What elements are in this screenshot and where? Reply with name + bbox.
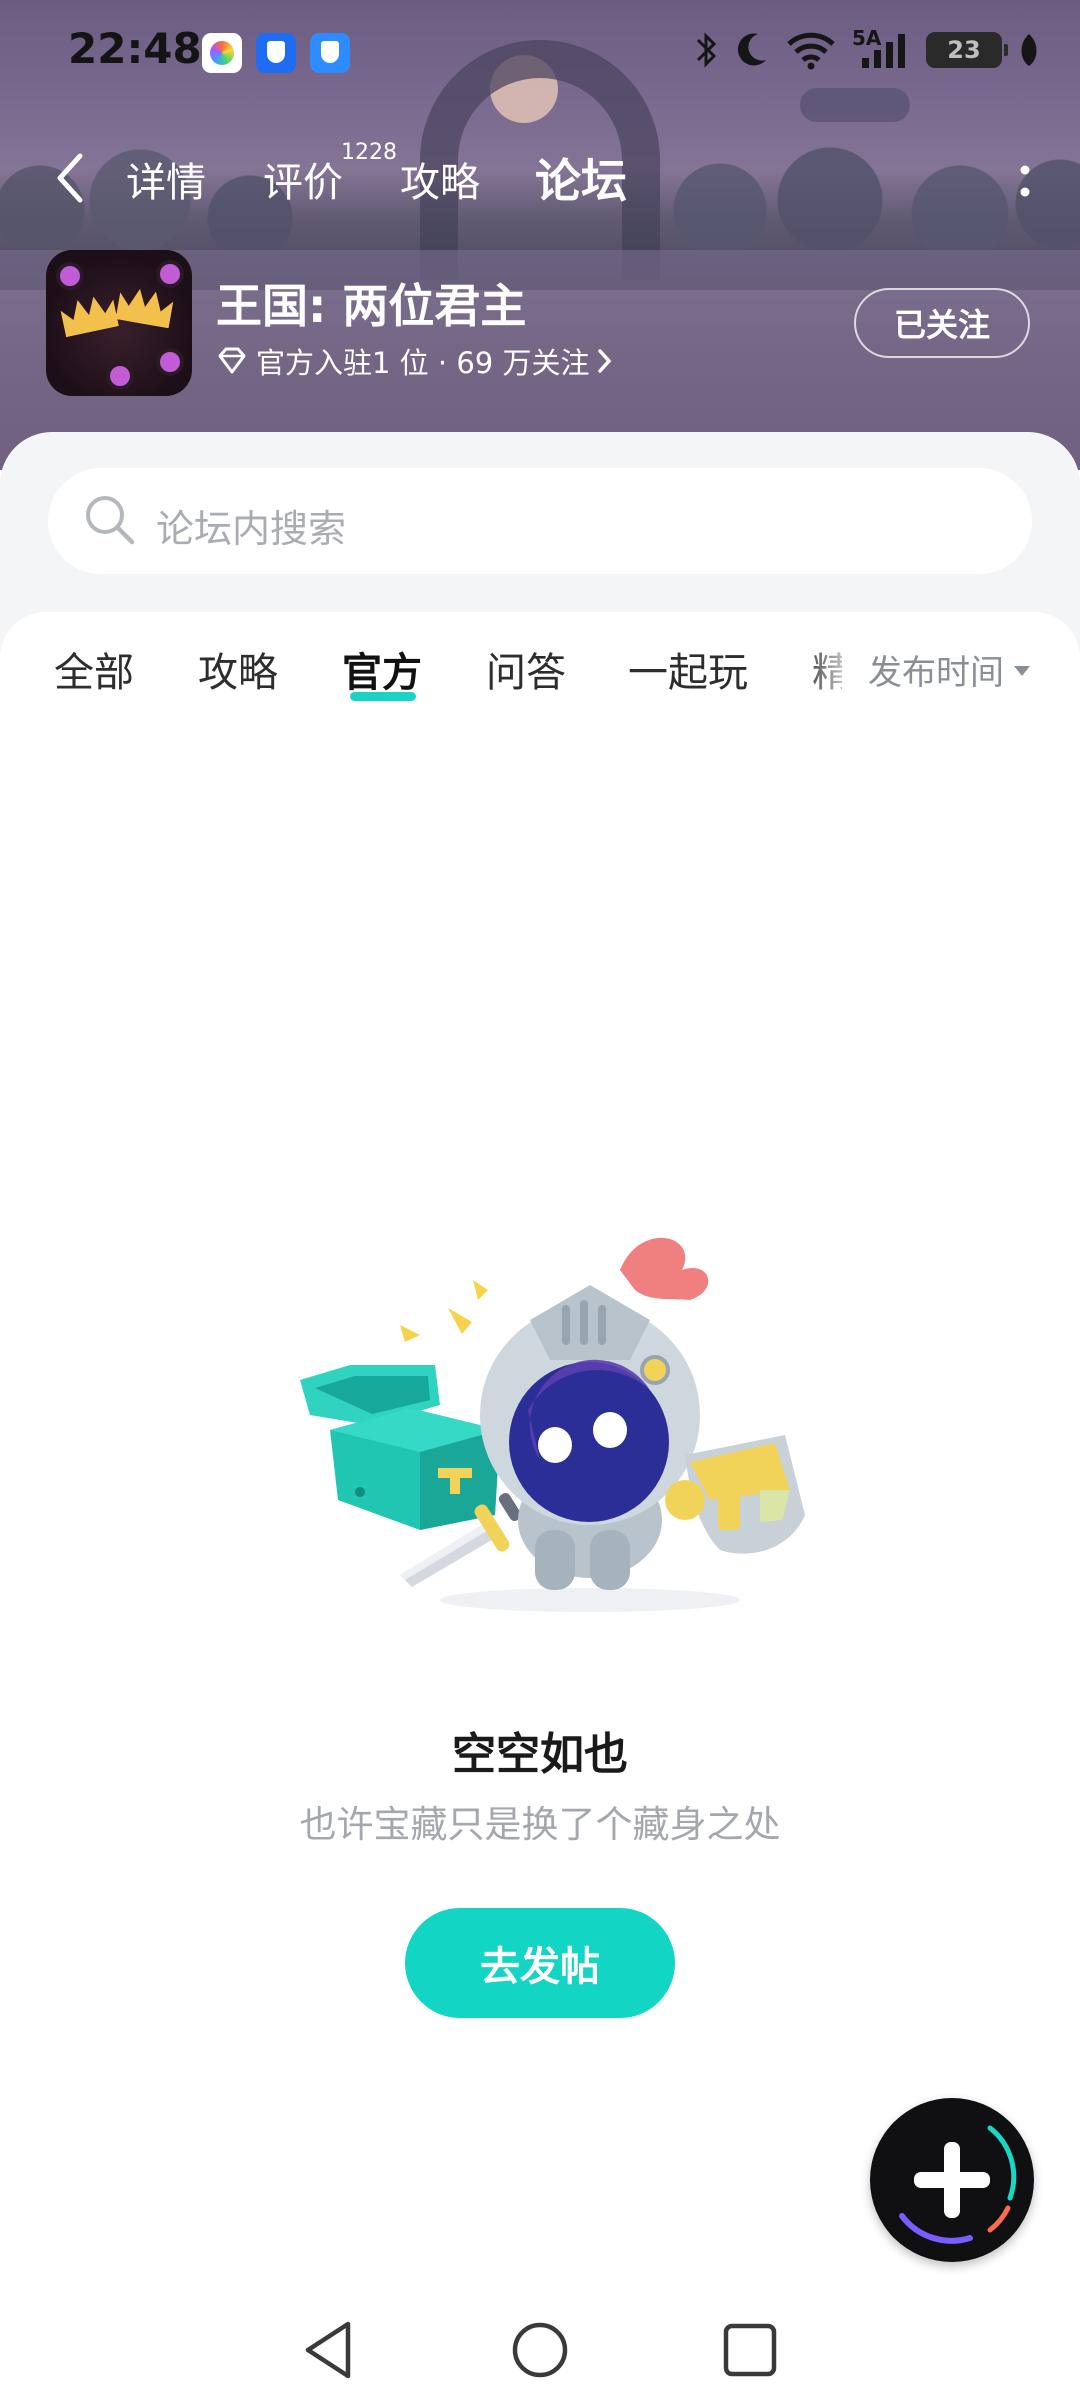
status-time: 22:48 xyxy=(68,24,202,73)
empty-state-title: 空空如也 xyxy=(452,1729,628,1780)
tab-forum-label: 论坛 xyxy=(535,154,627,208)
filter-tab-guides[interactable]: 攻略 xyxy=(198,640,278,698)
system-nav-bar xyxy=(0,2300,1080,2403)
tab-forum[interactable]: 论坛 xyxy=(535,145,627,211)
vpn-app-icon xyxy=(310,33,350,73)
chevron-right-icon xyxy=(598,349,612,373)
wifi-icon xyxy=(787,32,835,70)
caret-down-icon xyxy=(1014,666,1030,676)
game-meta[interactable]: 官方入驻1 位 · 69 万关注 xyxy=(216,340,613,382)
active-filter-indicator xyxy=(350,692,416,701)
icon-crown xyxy=(59,293,119,337)
icon-gem xyxy=(106,362,134,390)
review-count-badge: 1228 xyxy=(341,140,397,165)
bluetooth-icon xyxy=(696,32,717,68)
filter-tab-official[interactable]: 官方 xyxy=(342,640,422,698)
sort-dropdown[interactable]: 发布时间 xyxy=(852,634,1030,704)
leaf-icon xyxy=(1021,34,1037,66)
security-app-icon xyxy=(256,33,296,73)
search-icon xyxy=(86,496,135,545)
cellular-signal: 5A xyxy=(852,26,910,70)
nav-recent-icon[interactable] xyxy=(722,2318,778,2382)
icon-gem xyxy=(156,260,184,288)
battery-indicator: 23 xyxy=(926,32,1008,68)
tab-details[interactable]: 详情 xyxy=(126,150,206,208)
empty-state-subtitle: 也许宝藏只是换了个藏身之处 xyxy=(299,1803,781,1846)
knight-treasure-illustration xyxy=(300,1237,805,1612)
icon-gem xyxy=(56,262,84,290)
gallery-app-icon xyxy=(202,33,242,73)
tab-guides[interactable]: 攻略 xyxy=(400,150,480,208)
create-post-button[interactable]: 去发帖 xyxy=(405,1908,675,2018)
nav-home-icon[interactable] xyxy=(510,2318,570,2382)
game-app-icon[interactable] xyxy=(46,250,192,396)
nav-back-icon[interactable] xyxy=(300,2318,360,2382)
search-input[interactable]: 论坛内搜索 xyxy=(48,468,1032,574)
icon-gem xyxy=(156,348,184,376)
filter-tab-all[interactable]: 全部 xyxy=(54,640,134,698)
game-meta-text: 官方入驻1 位 · 69 万关注 xyxy=(256,346,590,380)
diamond-icon xyxy=(218,347,246,374)
sort-label: 发布时间 xyxy=(868,652,1004,693)
tab-reviews[interactable]: 评价 xyxy=(263,150,343,208)
moon-icon xyxy=(737,33,766,66)
more-icon[interactable] xyxy=(1010,160,1040,204)
signal-icon xyxy=(862,34,905,68)
status-indicators: 5A 23 xyxy=(694,26,1040,70)
forum-screen: 22:48 5A 23 详情 评价 1228 攻略 论坛 王国: 两位君主 官方… xyxy=(0,0,1080,2403)
back-icon[interactable] xyxy=(50,148,90,208)
tabs-fade xyxy=(800,630,860,700)
icon-crown xyxy=(115,286,174,329)
status-bar: 22:48 5A 23 xyxy=(0,0,1080,100)
follow-button[interactable]: 已关注 xyxy=(854,288,1030,358)
top-nav: 详情 评价 1228 攻略 论坛 xyxy=(0,130,1080,230)
filter-tab-qa[interactable]: 问答 xyxy=(486,640,566,698)
search-placeholder: 论坛内搜索 xyxy=(156,507,347,551)
filter-tab-play-together[interactable]: 一起玩 xyxy=(628,640,748,698)
plus-icon xyxy=(899,2125,1017,2244)
new-post-fab[interactable] xyxy=(870,2098,1034,2262)
game-title: 王国: 两位君主 xyxy=(216,279,527,333)
